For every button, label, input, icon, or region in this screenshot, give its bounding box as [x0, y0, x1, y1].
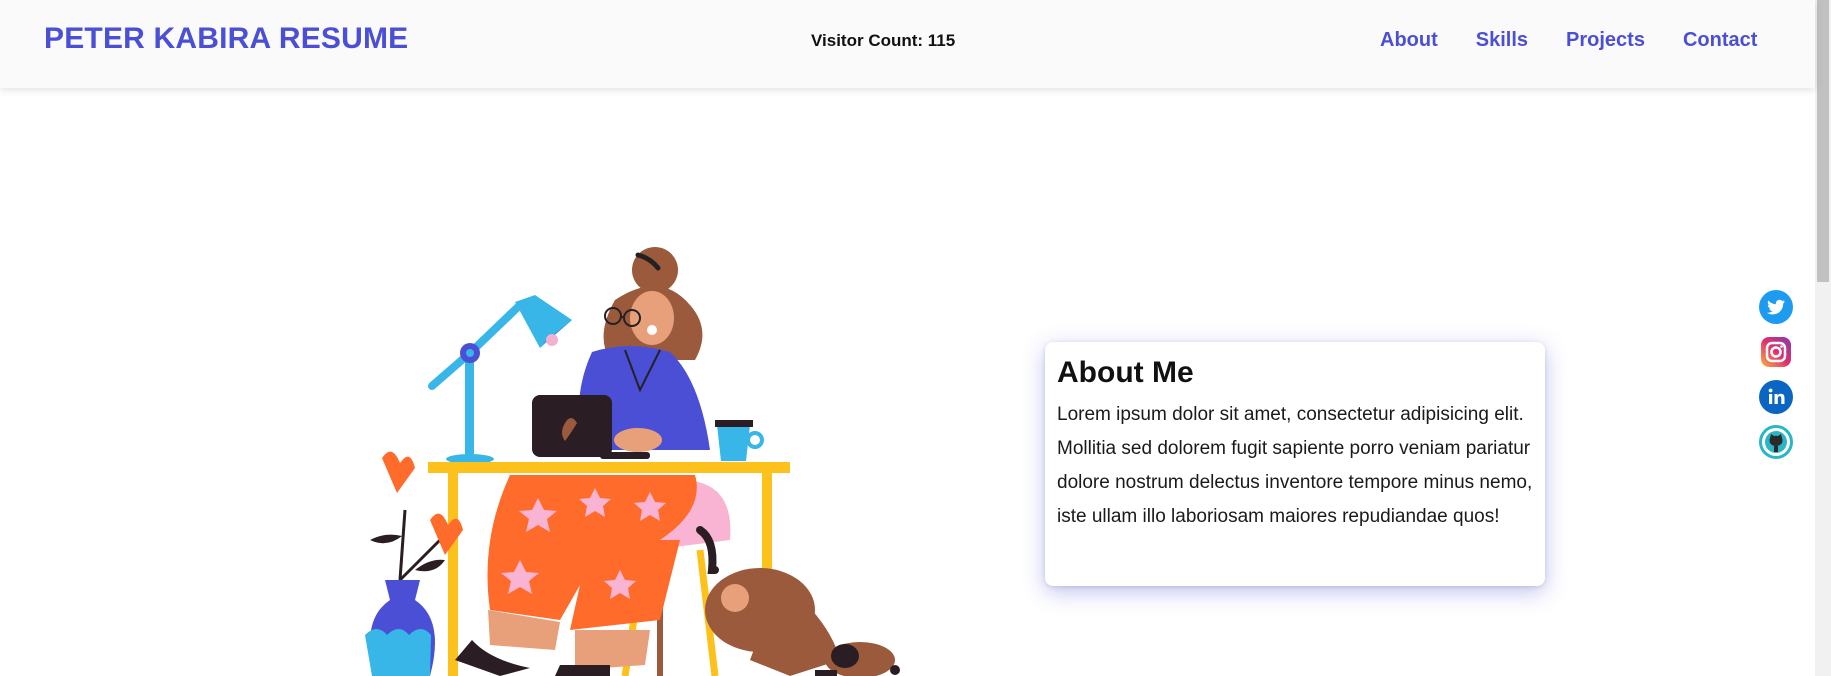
navbar: PETER KABIRA RESUME Visitor Count: 115 A…: [0, 0, 1815, 88]
instagram-icon[interactable]: [1759, 335, 1793, 369]
coffee-cup: [715, 420, 764, 461]
visitor-count: Visitor Count: 115: [811, 31, 956, 50]
nav-link-skills[interactable]: Skills: [1476, 29, 1528, 52]
page-scrollbar[interactable]: [1815, 0, 1831, 676]
nav-link-contact[interactable]: Contact: [1683, 29, 1757, 52]
github-icon[interactable]: [1759, 425, 1793, 459]
nav-menu: About Skills Projects Contact: [1380, 29, 1795, 52]
about-card: About Me Lorem ipsum dolor sit amet, con…: [1045, 342, 1545, 586]
brand-title[interactable]: PETER KABIRA RESUME: [44, 22, 408, 56]
dog: [696, 526, 900, 676]
scrollbar-thumb[interactable]: [1817, 0, 1829, 282]
social-links: [1759, 290, 1793, 470]
about-text: Lorem ipsum dolor sit amet, consectetur …: [1057, 404, 1533, 527]
twitter-icon[interactable]: [1759, 290, 1793, 324]
about-title: About Me: [1057, 356, 1194, 389]
hero-illustration: [365, 247, 900, 676]
nav-link-about[interactable]: About: [1380, 29, 1438, 52]
nav-link-projects[interactable]: Projects: [1566, 29, 1645, 52]
linkedin-icon[interactable]: [1759, 380, 1793, 414]
